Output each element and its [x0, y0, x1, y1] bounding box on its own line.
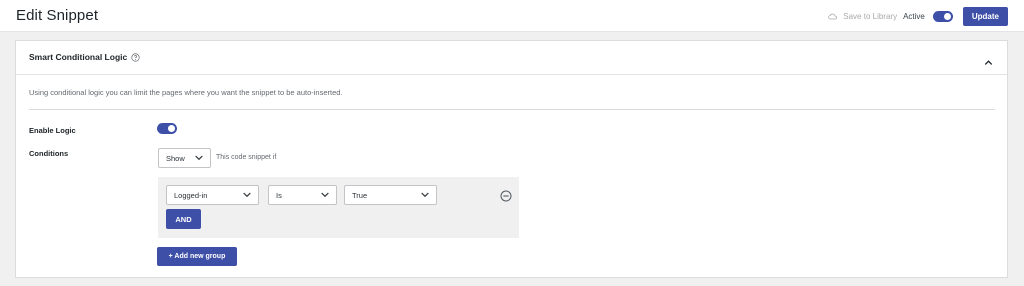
and-button[interactable]: AND [166, 209, 201, 229]
rule-operator-select[interactable]: Is [268, 185, 337, 205]
panel-header[interactable]: Smart Conditional Logic [16, 41, 1007, 75]
conditions-label: Conditions [29, 149, 69, 158]
chevron-down-icon [321, 192, 329, 198]
panel-title-text: Smart Conditional Logic [29, 52, 128, 62]
enable-logic-label: Enable Logic [29, 126, 76, 135]
save-to-library-button[interactable]: Save to Library [828, 12, 897, 21]
top-actions: Save to Library Active Update [828, 5, 1008, 27]
active-toggle[interactable] [932, 10, 953, 22]
active-label: Active [903, 11, 925, 21]
page-title: Edit Snippet [16, 7, 99, 24]
chevron-up-icon[interactable] [984, 53, 993, 71]
chevron-down-icon [243, 192, 251, 198]
chevron-down-icon [421, 192, 429, 198]
show-select-value: Show [166, 153, 185, 163]
conditional-logic-panel: Smart Conditional Logic Using conditiona… [15, 40, 1008, 278]
rule-field-value: Logged-in [174, 190, 208, 200]
top-bar: Edit Snippet Save to Library Active Upda… [0, 0, 1024, 32]
save-to-library-label: Save to Library [843, 11, 898, 21]
remove-rule-icon[interactable] [500, 189, 512, 207]
panel-description: Using conditional logic you can limit th… [29, 88, 343, 97]
add-new-group-button[interactable]: + Add new group [157, 247, 237, 266]
help-icon[interactable] [131, 52, 140, 62]
rule-operator-value: Is [276, 190, 282, 200]
enable-logic-toggle[interactable] [157, 123, 177, 134]
show-select[interactable]: Show [158, 148, 211, 168]
rule-field-select[interactable]: Logged-in [166, 185, 259, 205]
rule-value-select[interactable]: True [344, 185, 437, 205]
update-button[interactable]: Update [962, 6, 1008, 26]
panel-title: Smart Conditional Logic [29, 52, 140, 62]
condition-text: This code snippet if [216, 154, 277, 161]
rule-value-value: True [352, 190, 368, 200]
cloud-icon [828, 13, 838, 19]
divider [29, 109, 995, 110]
chevron-down-icon [195, 155, 203, 161]
